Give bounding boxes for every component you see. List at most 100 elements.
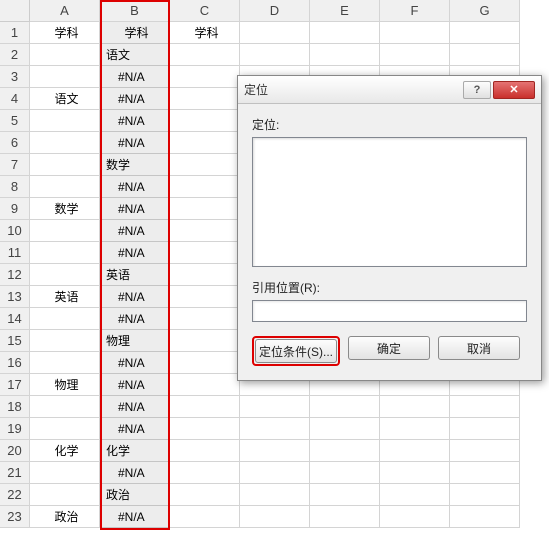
row-header-8[interactable]: 8 — [0, 176, 30, 198]
row-header-2[interactable]: 2 — [0, 44, 30, 66]
cell-B20[interactable]: 化学 — [100, 440, 170, 462]
cell-C8[interactable] — [170, 176, 240, 198]
cell-A17[interactable]: 物理 — [30, 374, 100, 396]
cell-C1[interactable]: 学科 — [170, 22, 240, 44]
cell-G20[interactable] — [450, 440, 520, 462]
cell-B4[interactable]: #N/A — [100, 88, 170, 110]
row-header-17[interactable]: 17 — [0, 374, 30, 396]
cell-A23[interactable]: 政治 — [30, 506, 100, 528]
cell-C18[interactable] — [170, 396, 240, 418]
cell-A22[interactable] — [30, 484, 100, 506]
cell-G2[interactable] — [450, 44, 520, 66]
cell-A13[interactable]: 英语 — [30, 286, 100, 308]
cell-E21[interactable] — [310, 462, 380, 484]
cell-C17[interactable] — [170, 374, 240, 396]
cell-B16[interactable]: #N/A — [100, 352, 170, 374]
cell-G18[interactable] — [450, 396, 520, 418]
row-header-1[interactable]: 1 — [0, 22, 30, 44]
ok-button[interactable]: 确定 — [348, 336, 430, 360]
column-header-c[interactable]: C — [170, 0, 240, 22]
cell-B3[interactable]: #N/A — [100, 66, 170, 88]
cell-E19[interactable] — [310, 418, 380, 440]
help-icon[interactable]: ? — [463, 81, 491, 99]
cell-B14[interactable]: #N/A — [100, 308, 170, 330]
cell-E20[interactable] — [310, 440, 380, 462]
cell-E18[interactable] — [310, 396, 380, 418]
cell-C7[interactable] — [170, 154, 240, 176]
cell-B21[interactable]: #N/A — [100, 462, 170, 484]
cell-C10[interactable] — [170, 220, 240, 242]
column-header-f[interactable]: F — [380, 0, 450, 22]
cell-C5[interactable] — [170, 110, 240, 132]
cell-B6[interactable]: #N/A — [100, 132, 170, 154]
row-header-5[interactable]: 5 — [0, 110, 30, 132]
cell-B19[interactable]: #N/A — [100, 418, 170, 440]
cell-C14[interactable] — [170, 308, 240, 330]
cell-C22[interactable] — [170, 484, 240, 506]
select-all-corner[interactable] — [0, 0, 30, 22]
cell-E22[interactable] — [310, 484, 380, 506]
cell-B22[interactable]: 政治 — [100, 484, 170, 506]
cell-A19[interactable] — [30, 418, 100, 440]
column-header-g[interactable]: G — [450, 0, 520, 22]
cell-A16[interactable] — [30, 352, 100, 374]
column-header-d[interactable]: D — [240, 0, 310, 22]
special-button[interactable]: 定位条件(S)... — [255, 339, 337, 363]
row-header-7[interactable]: 7 — [0, 154, 30, 176]
cell-A1[interactable]: 学科 — [30, 22, 100, 44]
cell-A20[interactable]: 化学 — [30, 440, 100, 462]
cell-F22[interactable] — [380, 484, 450, 506]
cell-F21[interactable] — [380, 462, 450, 484]
cell-D23[interactable] — [240, 506, 310, 528]
cell-B13[interactable]: #N/A — [100, 286, 170, 308]
cell-B18[interactable]: #N/A — [100, 396, 170, 418]
cell-B1[interactable]: 学科 — [100, 22, 170, 44]
cell-C2[interactable] — [170, 44, 240, 66]
cell-B17[interactable]: #N/A — [100, 374, 170, 396]
cell-A9[interactable]: 数学 — [30, 198, 100, 220]
cell-C19[interactable] — [170, 418, 240, 440]
cell-D2[interactable] — [240, 44, 310, 66]
row-header-21[interactable]: 21 — [0, 462, 30, 484]
cell-D19[interactable] — [240, 418, 310, 440]
cell-C15[interactable] — [170, 330, 240, 352]
cell-F1[interactable] — [380, 22, 450, 44]
cell-B15[interactable]: 物理 — [100, 330, 170, 352]
row-header-14[interactable]: 14 — [0, 308, 30, 330]
row-header-12[interactable]: 12 — [0, 264, 30, 286]
cell-A4[interactable]: 语文 — [30, 88, 100, 110]
cell-C12[interactable] — [170, 264, 240, 286]
cancel-button[interactable]: 取消 — [438, 336, 520, 360]
column-header-e[interactable]: E — [310, 0, 380, 22]
cell-F18[interactable] — [380, 396, 450, 418]
cell-B5[interactable]: #N/A — [100, 110, 170, 132]
cell-B8[interactable]: #N/A — [100, 176, 170, 198]
column-header-b[interactable]: B — [100, 0, 170, 22]
row-header-9[interactable]: 9 — [0, 198, 30, 220]
cell-C13[interactable] — [170, 286, 240, 308]
cell-F23[interactable] — [380, 506, 450, 528]
cell-D18[interactable] — [240, 396, 310, 418]
cell-C9[interactable] — [170, 198, 240, 220]
cell-A18[interactable] — [30, 396, 100, 418]
row-header-4[interactable]: 4 — [0, 88, 30, 110]
cell-A8[interactable] — [30, 176, 100, 198]
cell-E23[interactable] — [310, 506, 380, 528]
cell-C20[interactable] — [170, 440, 240, 462]
row-header-13[interactable]: 13 — [0, 286, 30, 308]
column-header-a[interactable]: A — [30, 0, 100, 22]
cell-A12[interactable] — [30, 264, 100, 286]
cell-G22[interactable] — [450, 484, 520, 506]
row-header-3[interactable]: 3 — [0, 66, 30, 88]
cell-B23[interactable]: #N/A — [100, 506, 170, 528]
cell-G21[interactable] — [450, 462, 520, 484]
cell-A15[interactable] — [30, 330, 100, 352]
cell-A10[interactable] — [30, 220, 100, 242]
cell-E2[interactable] — [310, 44, 380, 66]
row-header-20[interactable]: 20 — [0, 440, 30, 462]
cell-C11[interactable] — [170, 242, 240, 264]
cell-D1[interactable] — [240, 22, 310, 44]
cell-D22[interactable] — [240, 484, 310, 506]
cell-A6[interactable] — [30, 132, 100, 154]
cell-A14[interactable] — [30, 308, 100, 330]
